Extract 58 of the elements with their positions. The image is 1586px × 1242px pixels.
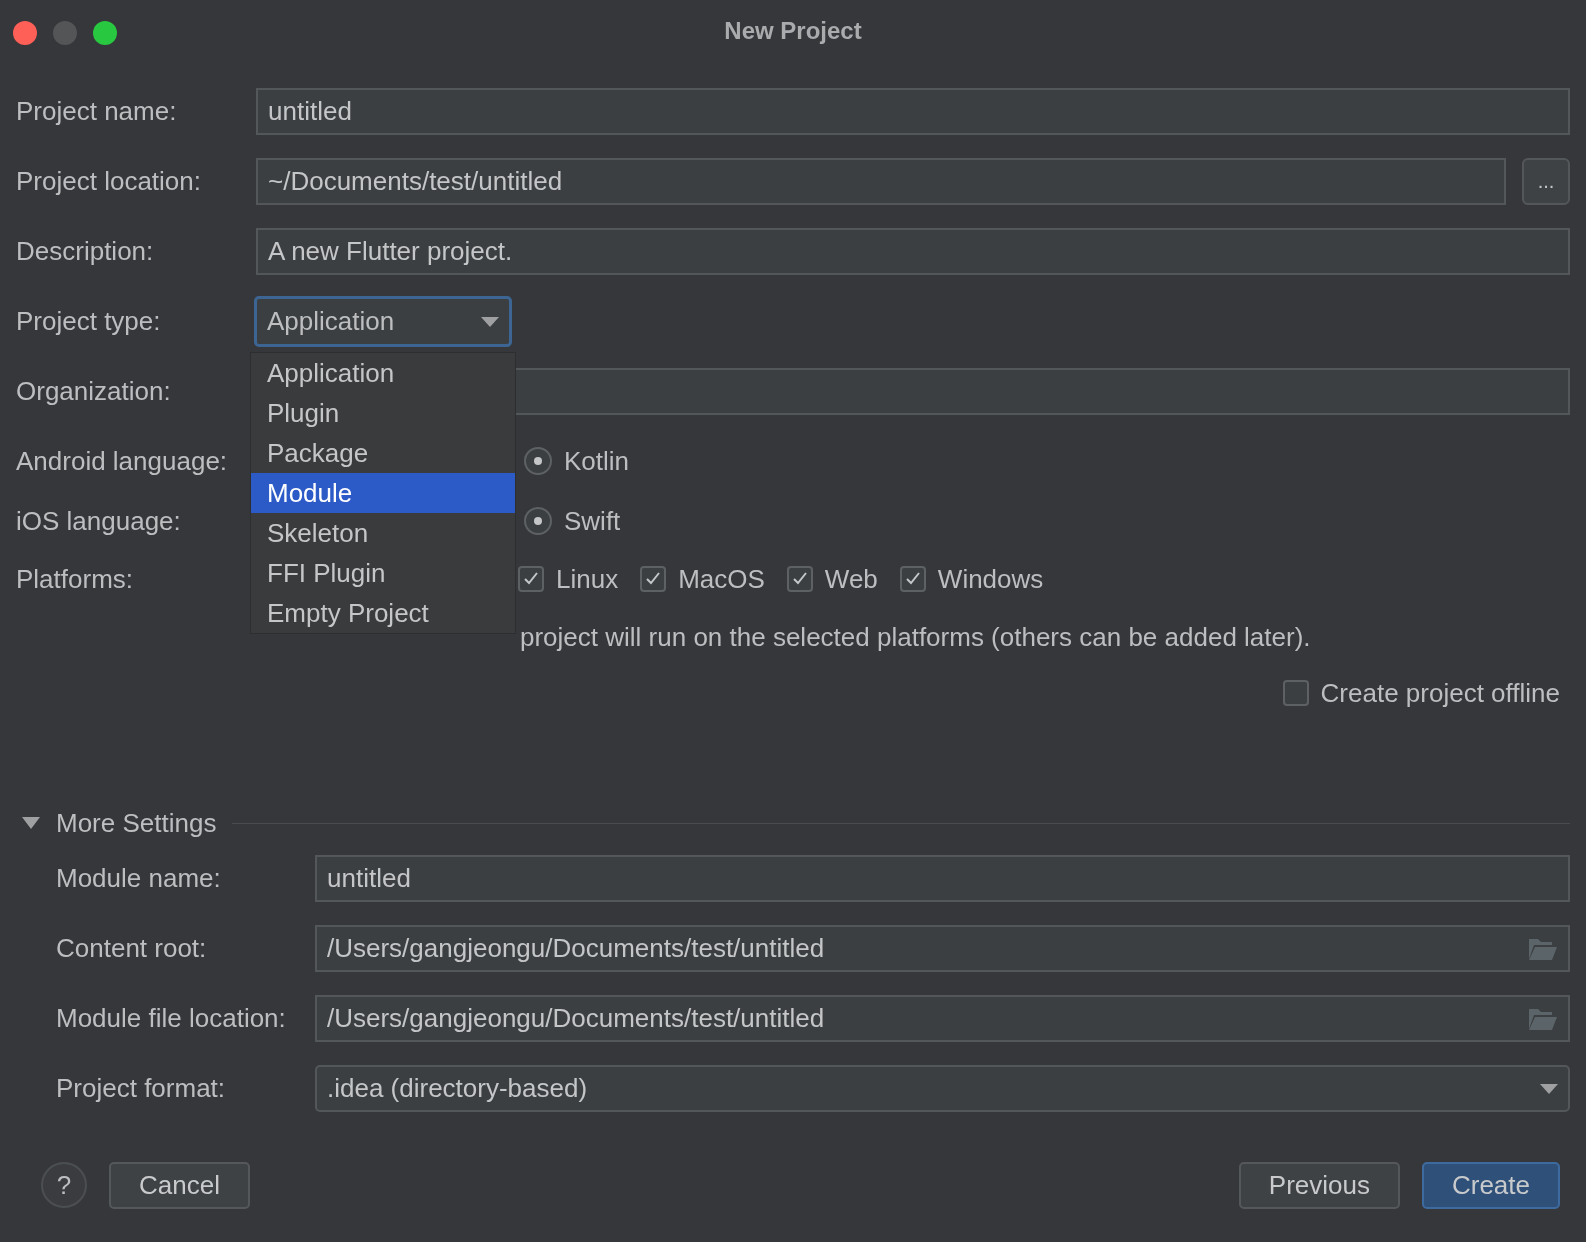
radio-button[interactable] (524, 447, 552, 475)
menu-item[interactable]: Package (251, 433, 515, 473)
checkbox[interactable] (518, 566, 544, 592)
menu-item[interactable]: FFI Plugin (251, 553, 515, 593)
checkbox[interactable] (640, 566, 667, 592)
caret-icon (1540, 1083, 1558, 1094)
checkmark-icon (523, 572, 539, 586)
field-label: Module file location: (56, 1003, 287, 1034)
field-label: Project name: (16, 96, 178, 127)
checkbox[interactable] (899, 566, 926, 592)
checkbox-label: Linux (556, 563, 619, 595)
help-button[interactable]: ? (41, 1162, 87, 1208)
radio-button[interactable] (524, 507, 552, 535)
field-label: Project format: (56, 1073, 227, 1104)
previous-button[interactable]: Previous (1238, 1161, 1400, 1209)
cancel-button[interactable]: Cancel (109, 1161, 250, 1209)
close-icon[interactable] (12, 20, 38, 46)
menu-item[interactable]: Empty Project (251, 593, 515, 633)
field-label: Platforms: (16, 563, 135, 595)
section-title[interactable]: More Settings (56, 807, 217, 839)
caret-icon (481, 316, 499, 327)
format-dropdown[interactable]: .idea (directory-based) (315, 1065, 1570, 1112)
checkmark-icon (904, 572, 921, 586)
checkmark-icon (791, 572, 808, 586)
checkbox[interactable] (1282, 680, 1309, 706)
checkbox-label: Web (824, 563, 878, 595)
field-label: Android language: (16, 445, 229, 477)
hint-text: project will run on the selected platforms (others can be added later). (520, 621, 1312, 653)
text-field[interactable]: A new Flutter project. (256, 228, 1570, 275)
field-label: Organization: (16, 376, 172, 407)
window-title: New Project (724, 17, 862, 45)
field-label: Module name: (56, 863, 222, 894)
field-label: Project location: (16, 166, 202, 197)
zoom-icon[interactable] (92, 20, 118, 46)
text-field[interactable]: ~/Documents/test/untitled (256, 158, 1506, 205)
radio-label: Kotlin (564, 445, 630, 477)
checkbox[interactable] (786, 566, 813, 592)
project-type-dropdown[interactable]: Application (254, 296, 512, 347)
menu-item[interactable]: Skeleton (251, 513, 515, 553)
checkmark-icon (645, 572, 662, 586)
checkbox-label: Windows (937, 563, 1044, 595)
collapse-triangle-icon[interactable] (22, 817, 40, 829)
field-label: Description: (16, 236, 155, 267)
browse-button[interactable]: ... (1522, 158, 1570, 205)
menu-item[interactable]: Application (251, 353, 515, 393)
radio-label: Swift (564, 505, 621, 537)
checkbox-label: Create project offline (1320, 677, 1560, 709)
text-field[interactable]: /Users/gangjeongu/Documents/test/untitled (315, 925, 1570, 972)
menu-item[interactable]: Module (251, 473, 515, 513)
text-field[interactable]: untitled (256, 88, 1570, 135)
menu-item[interactable]: Plugin (251, 393, 515, 433)
text-field[interactable]: untitled (315, 855, 1570, 902)
field-label: iOS language: (16, 505, 182, 537)
checkbox-label: MacOS (678, 563, 765, 595)
create-button[interactable]: Create (1421, 1161, 1560, 1209)
text-field[interactable]: /Users/gangjeongu/Documents/test/untitled (315, 995, 1570, 1042)
field-label: Content root: (56, 933, 208, 964)
field-label: Project type: (16, 306, 162, 337)
